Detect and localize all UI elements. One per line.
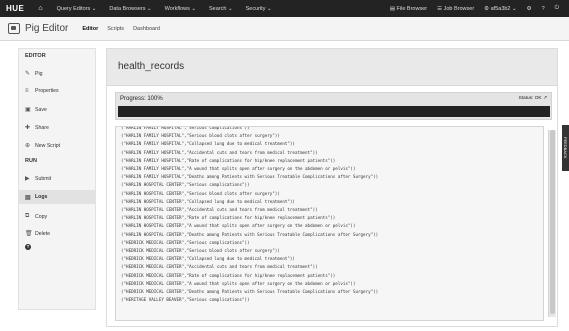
logout-icon[interactable]: ⏻ xyxy=(555,5,559,12)
pig-icon xyxy=(8,23,20,34)
sidebar-item-submit[interactable]: ▶ Submit xyxy=(19,175,57,183)
home-icon[interactable]: ⌂ xyxy=(38,5,42,12)
script-title-bar: health_records xyxy=(107,49,557,86)
log-line: ("HARLIN FAMILY HOSPITAL","Deaths among … xyxy=(121,174,379,180)
log-line: ("HEDRICK MEDICAL CENTER","A wound that … xyxy=(121,280,356,286)
job-browser-link[interactable]: ☰ Job Browser xyxy=(437,6,474,12)
file-browser-label: File Browser xyxy=(396,5,428,12)
run-heading: RUN xyxy=(25,158,37,164)
log-line: ("HEDRICK MEDICAL CENTER","Serious compl… xyxy=(121,239,250,245)
app-header: Pig Editor Editor Scripts Dashboard xyxy=(0,17,569,41)
progress-label: Progress: 100% xyxy=(120,96,163,102)
log-line: ("HARLIN FAMILY HOSPITAL","Rate of compl… xyxy=(121,157,336,163)
log-line: ("HARLIN HOSPITAL CENTER","Accidental cu… xyxy=(121,207,318,213)
sidebar: EDITOR ✎ Pig ≡ Properties ▣ Save ✚ Share ⊕ Ne… xyxy=(18,48,96,310)
nav-workflows[interactable]: Workflows ⌄ xyxy=(165,6,196,12)
log-line: ("HARLIN HOSPITAL CENTER","Serious blood… xyxy=(121,190,280,196)
tab-scripts[interactable]: Scripts xyxy=(107,26,124,32)
log-line: ("HARLIN FAMILY HOSPITAL","Collapsed lun… xyxy=(121,141,295,147)
hue-logo[interactable]: HUE xyxy=(6,4,24,13)
sidebar-item-label: Share xyxy=(35,124,49,131)
editor-heading: EDITOR xyxy=(25,53,46,59)
sidebar-item-save[interactable]: ▣ Save xyxy=(19,106,53,114)
sidebar-item-label: Submit xyxy=(35,175,52,182)
sidebar-item-label: New Script xyxy=(35,142,61,149)
log-lines: ("HARLIN FAMILY HOSPITAL","Serious compl… xyxy=(121,127,379,304)
job-browser-label: Job Browser xyxy=(443,5,475,12)
log-line: ("HARLIN HOSPITAL CENTER","Serious compl… xyxy=(121,182,250,188)
scrollbar-thumb[interactable] xyxy=(550,130,555,314)
sidebar-item-delete[interactable]: 🗑 Delete xyxy=(19,230,56,238)
log-line: ("HEDRICK MEDICAL CENTER","Rate of compl… xyxy=(121,272,336,278)
trash-icon: 🗑 xyxy=(25,231,33,237)
sidebar-item-label: Delete xyxy=(35,230,50,237)
tab-editor[interactable]: Editor xyxy=(82,26,98,32)
app-title: Pig Editor xyxy=(25,23,69,34)
plus-circle-icon: ⊕ xyxy=(25,143,31,149)
status-label[interactable]: Status: OK ↗ xyxy=(518,96,547,101)
log-line: ("HARLIN FAMILY HOSPITAL","Accidental cu… xyxy=(121,149,318,155)
tab-dashboard[interactable]: Dashboard xyxy=(133,26,160,32)
log-line: ("HEDRICK MEDICAL CENTER","Collapsed lun… xyxy=(121,256,295,262)
user-menu[interactable]: ⚙ af5a3b2 ⌄ xyxy=(484,6,516,12)
progress-bar xyxy=(118,106,550,117)
main-panel: health_records Progress: 100% Status: OK… xyxy=(106,48,558,327)
help-icon[interactable]: ? xyxy=(542,6,545,12)
log-line: ("HEDRICK MEDICAL CENTER","Serious blood… xyxy=(121,248,280,254)
sidebar-item-pig[interactable]: ✎ Pig xyxy=(19,70,49,78)
share-icon: ✚ xyxy=(25,125,31,131)
sidebar-item-label: Pig xyxy=(35,70,43,77)
sidebar-item-label: Logs xyxy=(35,194,48,200)
sidebar-item-new-script[interactable]: ⊕ New Script xyxy=(19,142,66,150)
list-icon: ≡ xyxy=(25,88,29,94)
nav-right: ▤ File Browser ☰ Job Browser ⚙ af5a3b2 ⌄… xyxy=(390,5,559,12)
sidebar-item-copy[interactable]: ⧉ Copy xyxy=(19,213,53,220)
nav-security[interactable]: Security ⌄ xyxy=(246,6,272,12)
log-line: ("HEDRICK MEDICAL CENTER","Accidental cu… xyxy=(121,264,318,270)
log-line: ("HARLIN HOSPITAL CENTER","Deaths among … xyxy=(121,231,379,237)
sidebar-item-label: Copy xyxy=(35,213,48,220)
nav-data-browsers[interactable]: Data Browsers ⌄ xyxy=(109,6,151,12)
nav-query-editors[interactable]: Query Editors ⌄ xyxy=(57,6,97,12)
log-line: ("HARLIN HOSPITAL CENTER","Collapsed lun… xyxy=(121,198,295,204)
log-line: ("HERITAGE VALLEY BEAVER","Serious compl… xyxy=(121,297,250,303)
log-line: ("HARLIN FAMILY HOSPITAL","A wound that … xyxy=(121,166,356,172)
logs-icon: ▤ xyxy=(25,194,31,201)
log-line: ("HARLIN FAMILY HOSPITAL","Serious blood… xyxy=(121,133,280,139)
nav-menu: Query Editors ⌄ Data Browsers ⌄ Workflow… xyxy=(57,6,272,12)
file-browser-link[interactable]: ▤ File Browser xyxy=(390,6,427,12)
play-icon: ▶ xyxy=(25,176,30,182)
sidebar-item-share[interactable]: ✚ Share xyxy=(19,124,55,132)
log-line: ("HARLIN HOSPITAL CENTER","Rate of compl… xyxy=(121,215,336,221)
copy-icon: ⧉ xyxy=(25,213,30,219)
sidebar-item-properties[interactable]: ≡ Properties xyxy=(19,88,65,94)
save-icon: ▣ xyxy=(25,107,31,113)
feedback-tab[interactable]: FEEDBACK xyxy=(562,125,569,171)
help-circle-icon[interactable]: ? xyxy=(25,244,31,250)
top-navbar: HUE ⌂ Query Editors ⌄ Data Browsers ⌄ Wo… xyxy=(0,0,569,17)
pencil-icon: ✎ xyxy=(25,71,31,77)
sidebar-item-label: Save xyxy=(35,106,47,113)
log-output[interactable]: ("HARLIN FAMILY HOSPITAL","Serious compl… xyxy=(115,126,544,321)
log-line: ("HARLIN HOSPITAL CENTER","A wound that … xyxy=(121,223,356,229)
sidebar-item-label: Properties xyxy=(35,88,59,94)
gear-icon[interactable]: ⚙ xyxy=(527,6,532,12)
log-line: ("HEDRICK MEDICAL CENTER","Deaths among … xyxy=(121,289,379,295)
nav-search[interactable]: Search ⌄ xyxy=(209,6,233,12)
progress-panel: Progress: 100% Status: OK ↗ xyxy=(115,92,552,120)
sidebar-item-logs[interactable]: ▤ Logs xyxy=(19,190,95,204)
script-title: health_records xyxy=(118,61,185,72)
log-scrollbar[interactable] xyxy=(548,130,556,317)
